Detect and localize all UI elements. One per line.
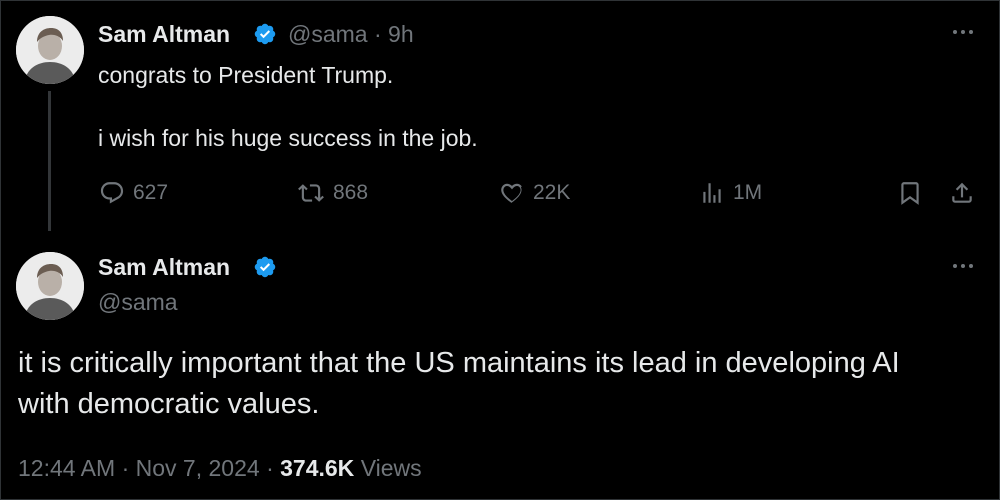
- avatar[interactable]: [16, 16, 84, 84]
- author-name[interactable]: Sam Altman: [98, 20, 230, 48]
- bookmark-button[interactable]: [897, 177, 923, 209]
- dot-separator: ·: [373, 21, 382, 47]
- tweet-thread: Sam Altman @sama · 9h congrats to Presid…: [0, 0, 1000, 500]
- views-button[interactable]: 1M: [699, 177, 762, 209]
- repost-icon: [298, 184, 324, 202]
- tweet-text-line-1: congrats to President Trump.: [98, 62, 394, 88]
- tweet-metadata: 12:44 AM · Nov 7, 2024 · 374.6K Views: [18, 453, 422, 483]
- views-icon: [703, 183, 721, 203]
- handle-text: @sama: [288, 21, 368, 47]
- more-options-icon[interactable]: [948, 25, 978, 39]
- dot-separator: ·: [121, 455, 130, 481]
- avatar[interactable]: [16, 252, 84, 320]
- like-count: 22K: [533, 181, 571, 204]
- tweet-text-line-2: with democratic values.: [18, 388, 320, 420]
- bookmark-icon: [901, 182, 919, 205]
- share-button[interactable]: [949, 177, 975, 209]
- verified-badge-icon: [254, 256, 276, 278]
- author-handle[interactable]: @sama: [98, 288, 178, 316]
- like-icon: [501, 183, 522, 203]
- views-count: 374.6K: [280, 455, 355, 481]
- author-name[interactable]: Sam Altman: [98, 253, 230, 281]
- reply-count: 627: [133, 181, 169, 204]
- reply-icon: [100, 182, 124, 204]
- verified-badge-icon: [254, 23, 276, 45]
- dot-separator: ·: [266, 455, 274, 481]
- tweet-text-line-1: it is critically important that the US m…: [18, 347, 900, 379]
- post-date[interactable]: Nov 7, 2024: [136, 455, 260, 481]
- post-time[interactable]: 12:44 AM: [18, 455, 115, 481]
- more-options-icon[interactable]: [948, 259, 978, 273]
- thread-connector: [48, 91, 51, 231]
- repost-count: 868: [333, 181, 369, 204]
- reply-button[interactable]: 627: [99, 177, 168, 209]
- repost-button[interactable]: 868: [297, 177, 368, 209]
- like-button[interactable]: 22K: [499, 177, 570, 209]
- share-icon: [952, 182, 972, 203]
- post-age[interactable]: 9h: [388, 21, 414, 47]
- views-label: Views: [360, 455, 422, 481]
- action-bar: 627 868 22K 1M: [99, 177, 979, 209]
- author-handle[interactable]: @sama · 9h: [288, 20, 414, 48]
- views-count: 1M: [733, 181, 763, 204]
- tweet-text-line-2: i wish for his huge success in the job.: [98, 125, 478, 151]
